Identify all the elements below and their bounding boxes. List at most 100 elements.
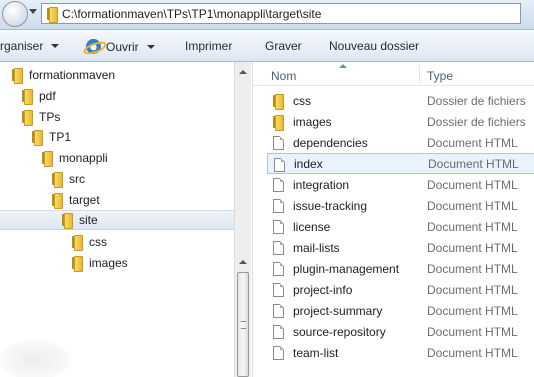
file-row-team-list[interactable]: team-list Document HTML (267, 342, 534, 363)
file-row-project-summary[interactable]: project-summary Document HTML (267, 300, 534, 321)
file-row-dependencies[interactable]: dependencies Document HTML (267, 132, 534, 153)
html-doc-icon (273, 136, 284, 150)
tree-item-label: images (89, 256, 128, 270)
address-bar-area: C:\formationmaven\TPs\TP1\monappli\targe… (0, 0, 534, 30)
html-doc-icon (273, 241, 284, 255)
file-type: Dossier de fichiers (427, 93, 526, 108)
html-doc-icon (273, 178, 284, 192)
folder-icon (52, 193, 63, 209)
scroll-up-arrow-icon[interactable] (239, 70, 247, 74)
file-type: Dossier de fichiers (427, 114, 526, 129)
tree-item-site[interactable]: site (0, 210, 234, 230)
tree-item-src[interactable]: src (52, 169, 85, 189)
folder-icon (42, 151, 53, 167)
file-row-css[interactable]: css Dossier de fichiers (267, 90, 534, 111)
file-name: integration (293, 177, 350, 192)
tree-item-label: pdf (39, 89, 56, 103)
tree-item-tp1[interactable]: TP1 (32, 127, 71, 147)
file-row-images[interactable]: images Dossier de fichiers (267, 111, 534, 132)
file-row-mail-lists[interactable]: mail-lists Document HTML (267, 237, 534, 258)
address-path[interactable]: C:\formationmaven\TPs\TP1\monappli\targe… (62, 7, 321, 21)
navigation-tree: formationmaven pdf TPs TP1 monappli src … (0, 62, 234, 377)
file-name: project-summary (293, 303, 383, 318)
file-row-plugin-management[interactable]: plugin-management Document HTML (267, 258, 534, 279)
file-name: issue-tracking (293, 198, 368, 213)
burn-label: Graver (265, 39, 302, 53)
blurred-area (0, 340, 70, 377)
tree-item-label: monappli (59, 151, 108, 165)
file-type: Document HTML (428, 156, 519, 171)
column-divider[interactable] (419, 65, 420, 83)
tree-item-label: target (69, 193, 100, 207)
folder-icon (47, 6, 58, 23)
burn-button[interactable]: Graver (265, 39, 302, 53)
file-row-issue-tracking[interactable]: issue-tracking Document HTML (267, 195, 534, 216)
tree-scrollbar[interactable] (234, 62, 251, 377)
open-label: Ouvrir (106, 39, 139, 54)
file-name: plugin-management (293, 261, 400, 276)
print-label: Imprimer (185, 39, 233, 53)
html-doc-icon (273, 262, 284, 276)
html-doc-icon (273, 325, 284, 339)
file-name: team-list (293, 345, 339, 360)
organize-button[interactable]: rganiser (0, 39, 60, 53)
file-list-pane: Nom Type css Dossier de fichiers images Dos… (252, 62, 534, 377)
file-name: project-info (293, 282, 353, 297)
folder-icon (72, 235, 83, 251)
column-header-type[interactable]: Type (427, 69, 453, 83)
open-button[interactable]: Ouvrir (86, 39, 155, 54)
chevron-down-icon (146, 44, 155, 49)
html-doc-icon (273, 220, 284, 234)
command-toolbar: rganiser Ouvrir Imprimer Graver Nouveau … (0, 30, 534, 62)
recent-pages-dropdown-icon[interactable] (29, 9, 37, 14)
file-name: mail-lists (293, 240, 340, 255)
folder-icon (22, 89, 33, 105)
tree-item-css[interactable]: css (72, 232, 107, 252)
tree-item-images[interactable]: images (72, 253, 128, 273)
folder-icon (52, 172, 63, 188)
file-type: Document HTML (427, 345, 518, 360)
address-bar[interactable]: C:\formationmaven\TPs\TP1\monappli\targe… (41, 3, 521, 24)
sort-ascending-icon (339, 64, 347, 68)
folder-icon (12, 68, 23, 84)
tree-item-label: formationmaven (29, 68, 116, 82)
chevron-down-icon (51, 44, 60, 48)
folder-icon (72, 256, 83, 272)
column-header-row: Nom Type (253, 62, 534, 86)
file-type: Document HTML (427, 282, 518, 297)
back-button[interactable] (2, 1, 28, 27)
tree-item-formationmaven[interactable]: formationmaven (12, 65, 115, 85)
tree-item-label: css (89, 235, 107, 249)
html-doc-icon (273, 283, 284, 297)
file-type: Document HTML (427, 198, 518, 213)
html-doc-icon (273, 346, 284, 360)
new-folder-button[interactable]: Nouveau dossier (329, 39, 419, 53)
tree-item-label: src (69, 172, 85, 186)
file-type: Document HTML (427, 177, 518, 192)
file-row-project-info[interactable]: project-info Document HTML (267, 279, 534, 300)
file-name: dependencies (293, 135, 368, 150)
html-doc-icon (274, 158, 285, 172)
print-button[interactable]: Imprimer (185, 39, 232, 53)
folder-icon (22, 110, 33, 126)
file-row-license[interactable]: license Document HTML (267, 216, 534, 237)
scroll-up-arrow-icon[interactable] (239, 260, 247, 264)
file-name: index (294, 156, 323, 171)
tree-item-monappli[interactable]: monappli (42, 148, 108, 168)
file-row-integration[interactable]: integration Document HTML (267, 174, 534, 195)
file-row-source-repository[interactable]: source-repository Document HTML (267, 321, 534, 342)
file-name: css (293, 93, 311, 108)
tree-item-target[interactable]: target (52, 190, 100, 210)
scrollbar-thumb[interactable] (237, 272, 249, 377)
file-name: license (293, 219, 331, 234)
folder-icon (62, 213, 73, 229)
tree-item-label: TP1 (49, 130, 72, 144)
tree-item-tps[interactable]: TPs (22, 107, 60, 127)
tree-item-label: TPs (39, 110, 61, 124)
column-header-name[interactable]: Nom (271, 69, 296, 83)
file-type: Document HTML (427, 240, 518, 255)
file-row-index[interactable]: index Document HTML (267, 153, 534, 174)
folder-icon (32, 130, 43, 146)
tree-item-pdf[interactable]: pdf (22, 86, 56, 106)
file-name: source-repository (293, 324, 386, 339)
